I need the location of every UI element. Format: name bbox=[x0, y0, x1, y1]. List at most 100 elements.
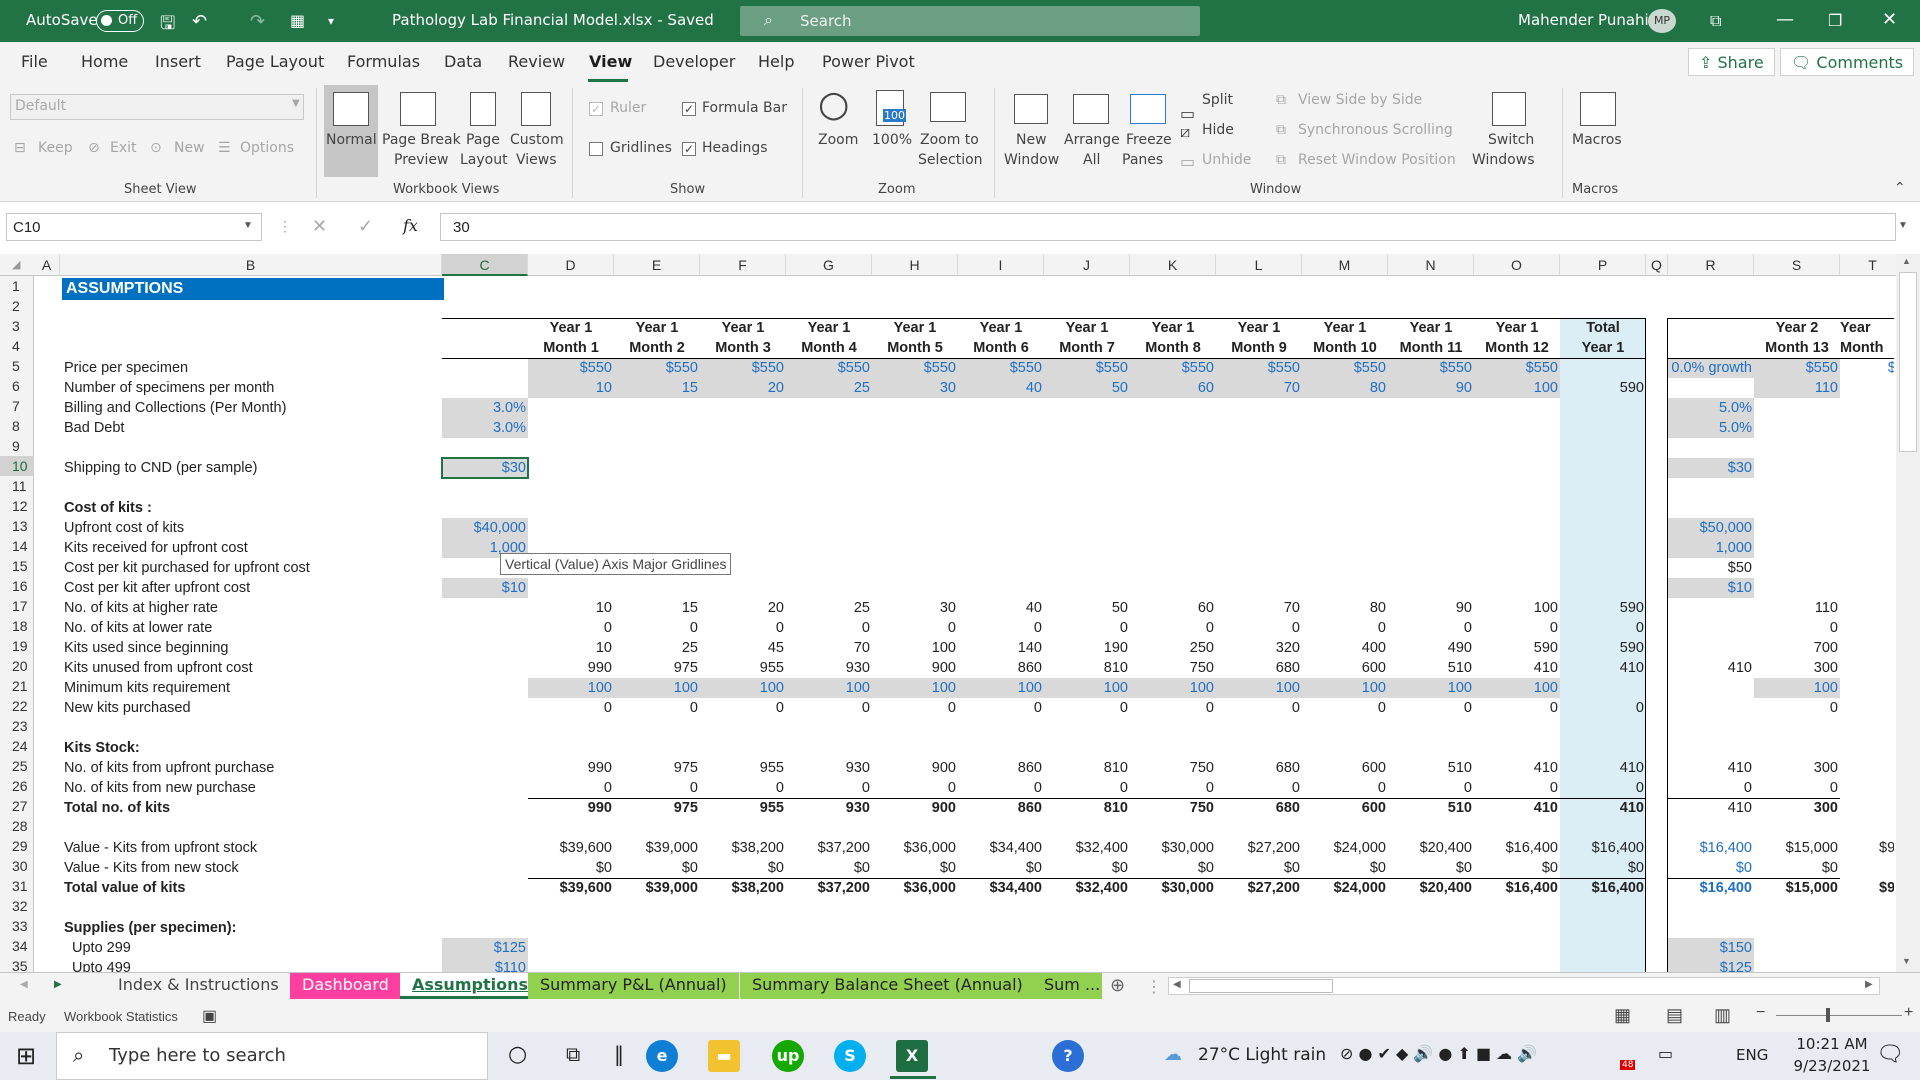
month-header[interactable]: Month 2 bbox=[614, 338, 700, 358]
add-sheet-icon[interactable]: ⊕ bbox=[1110, 975, 1125, 996]
data-cell[interactable]: 0 bbox=[1474, 618, 1560, 638]
upwork-icon[interactable]: up bbox=[772, 1040, 804, 1072]
column-header[interactable]: D bbox=[528, 254, 614, 276]
clock-time[interactable]: 10:21 AM bbox=[1782, 1035, 1882, 1053]
data-cell[interactable]: 0 bbox=[1302, 618, 1388, 638]
scroll-thumb[interactable] bbox=[1899, 272, 1917, 452]
hide-button[interactable]: Hide bbox=[1202, 122, 1234, 138]
undo-icon[interactable]: ↶ bbox=[192, 11, 207, 32]
data-cell[interactable]: $0 bbox=[786, 858, 872, 878]
data-cell[interactable]: 955 bbox=[700, 758, 786, 778]
data-cell[interactable]: $15,000 bbox=[1754, 838, 1840, 858]
data-cell[interactable]: 60 bbox=[1130, 598, 1216, 618]
data-cell[interactable]: 410 bbox=[1474, 798, 1560, 818]
row-label[interactable]: Minimum kits requirement bbox=[64, 678, 440, 698]
tab-index[interactable]: Index & Instructions bbox=[106, 973, 291, 999]
tab-summary-balance-sheet[interactable]: Summary Balance Sheet (Annual) bbox=[740, 973, 1035, 999]
input-cell[interactable]: 5.0% bbox=[1668, 418, 1754, 438]
data-cell[interactable]: 0 bbox=[528, 778, 614, 798]
excel-taskbar-icon[interactable]: X bbox=[896, 1040, 928, 1072]
formula-input[interactable]: 30 bbox=[440, 213, 1896, 241]
total-cell[interactable]: 590 bbox=[1560, 378, 1646, 398]
file-explorer-icon[interactable]: ▬ bbox=[708, 1040, 740, 1072]
row-header[interactable]: 16 bbox=[0, 576, 34, 596]
data-cell[interactable]: $550 bbox=[528, 358, 614, 378]
data-cell[interactable]: 750 bbox=[1130, 658, 1216, 678]
year-header[interactable]: Year 1 bbox=[700, 318, 786, 338]
scroll-right-icon[interactable]: ▶ bbox=[1865, 979, 1873, 990]
row-header[interactable]: 32 bbox=[0, 896, 34, 916]
row-label[interactable]: Cost per kit after upfront cost bbox=[64, 578, 440, 598]
data-cell[interactable]: $39,000 bbox=[614, 878, 700, 898]
data-cell[interactable]: 80 bbox=[1302, 378, 1388, 398]
zoom-slider[interactable] bbox=[1776, 1015, 1902, 1016]
row-label[interactable]: Total no. of kits bbox=[64, 798, 440, 818]
macros-button[interactable]: Macros bbox=[1572, 132, 1622, 148]
input-cell[interactable]: $10 bbox=[1668, 578, 1754, 598]
tab-dashboard[interactable]: Dashboard bbox=[290, 973, 401, 999]
freeze-panes-button[interactable]: Freeze bbox=[1126, 132, 1172, 148]
data-cell[interactable]: 0 bbox=[700, 618, 786, 638]
row-label[interactable]: Price per specimen bbox=[64, 358, 440, 378]
tab-power-pivot[interactable]: Power Pivot bbox=[822, 52, 915, 71]
data-cell[interactable]: 990 bbox=[528, 658, 614, 678]
data-cell[interactable]: 250 bbox=[1130, 638, 1216, 658]
data-cell[interactable]: $39,600 bbox=[528, 878, 614, 898]
month-header[interactable]: Month 11 bbox=[1388, 338, 1474, 358]
row-header[interactable]: 6 bbox=[0, 376, 34, 396]
row-label[interactable]: Upfront cost of kits bbox=[64, 518, 440, 538]
data-cell[interactable]: $34,400 bbox=[958, 838, 1044, 858]
input-cell[interactable]: $110 bbox=[442, 958, 528, 972]
data-cell[interactable]: 100 bbox=[614, 678, 700, 698]
notifications-icon[interactable]: 🗨 bbox=[1876, 1042, 1904, 1067]
input-cell[interactable]: $150 bbox=[1668, 938, 1754, 958]
hscroll-thumb[interactable] bbox=[1189, 979, 1333, 993]
row-label[interactable]: Value - Kits from new stock bbox=[64, 858, 440, 878]
row-label[interactable]: No. of kits from upfront purchase bbox=[64, 758, 440, 778]
data-cell[interactable]: $20,400 bbox=[1388, 838, 1474, 858]
data-cell[interactable]: 975 bbox=[614, 658, 700, 678]
data-cell[interactable]: 25 bbox=[786, 598, 872, 618]
sync-scroll-button[interactable]: Synchronous Scrolling bbox=[1298, 122, 1453, 138]
tab-home[interactable]: Home bbox=[81, 52, 128, 71]
split-button[interactable]: Split bbox=[1202, 92, 1233, 108]
total-cell[interactable]: 590 bbox=[1560, 638, 1646, 658]
select-all-icon[interactable]: ◢ bbox=[12, 258, 20, 271]
formula-bar-checkbox[interactable]: ✓ bbox=[682, 102, 696, 116]
data-cell[interactable]: $32,400 bbox=[1044, 878, 1130, 898]
data-cell[interactable]: 70 bbox=[786, 638, 872, 658]
data-cell[interactable]: 300 bbox=[1754, 758, 1840, 778]
row-label[interactable]: Kits received for upfront cost bbox=[64, 538, 440, 558]
row-header[interactable]: 19 bbox=[0, 636, 34, 656]
month-header[interactable]: Month bbox=[1840, 338, 1894, 358]
row-label[interactable]: Kits unused from upfront cost bbox=[64, 658, 440, 678]
data-cell[interactable]: $20,400 bbox=[1388, 878, 1474, 898]
custom-views-button[interactable]: Custom bbox=[510, 132, 564, 148]
data-cell[interactable]: $550 bbox=[958, 358, 1044, 378]
scroll-left-icon[interactable]: ◀ bbox=[1173, 979, 1181, 990]
data-cell[interactable]: $30,000 bbox=[1130, 878, 1216, 898]
row-label[interactable]: Kits used since beginning bbox=[64, 638, 440, 658]
tab-developer[interactable]: Developer bbox=[653, 52, 735, 71]
input-cell[interactable]: $16,400 bbox=[1668, 878, 1754, 898]
data-cell[interactable]: $37,200 bbox=[786, 878, 872, 898]
data-cell[interactable]: 50 bbox=[1044, 378, 1130, 398]
data-cell[interactable]: 750 bbox=[1130, 798, 1216, 818]
column-header[interactable]: B bbox=[60, 254, 442, 276]
month-header[interactable]: Month 6 bbox=[958, 338, 1044, 358]
input-cell[interactable]: $125 bbox=[1668, 958, 1754, 972]
data-cell[interactable]: 700 bbox=[1754, 638, 1840, 658]
input-cell[interactable]: $40,000 bbox=[442, 518, 528, 538]
total-cell[interactable]: $0 bbox=[1560, 858, 1646, 878]
tab-formulas[interactable]: Formulas bbox=[347, 52, 420, 71]
data-cell[interactable]: 0 bbox=[1044, 698, 1130, 718]
data-cell[interactable]: 0 bbox=[700, 698, 786, 718]
month-header[interactable]: Month 4 bbox=[786, 338, 872, 358]
data-cell[interactable]: 750 bbox=[1130, 758, 1216, 778]
data-cell[interactable]: 0 bbox=[872, 778, 958, 798]
row-header[interactable]: 11 bbox=[0, 476, 34, 496]
scroll-up-icon[interactable]: ▲ bbox=[1902, 256, 1911, 266]
clock-date[interactable]: 9/23/2021 bbox=[1782, 1057, 1882, 1075]
row-header[interactable]: 13 bbox=[0, 516, 34, 536]
column-header[interactable]: K bbox=[1130, 254, 1216, 276]
